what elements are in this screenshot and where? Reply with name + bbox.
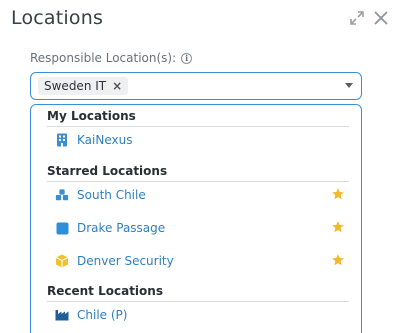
location-dropdown-list: My Locations KaiNexus Starred Locations … [30,104,362,333]
item-label: Drake Passage [77,221,166,235]
close-icon[interactable] [372,9,390,27]
locations-dialog: Locations Responsible Location(s): i Swe… [0,0,400,333]
item-label: South Chile [77,188,146,202]
star-icon[interactable] [331,253,345,267]
star-icon[interactable] [331,220,345,234]
list-item-drake-passage[interactable]: Drake Passage [55,218,345,238]
responsible-locations-label: Responsible Location(s): i [30,51,193,65]
list-item-kainexus[interactable]: KaiNexus [55,130,345,150]
item-label: Chile (P) [77,308,128,322]
item-label: KaiNexus [77,133,133,147]
chevron-down-icon[interactable] [345,83,353,88]
group-header-starred-locations: Starred Locations [47,164,349,182]
selected-chip-sweden-it: Sweden IT × [38,77,129,95]
dialog-title: Locations [11,7,104,29]
field-label-text: Responsible Location(s): [30,51,177,65]
list-item-south-chile[interactable]: South Chile [55,185,345,205]
cubes-icon [55,188,69,202]
list-item-denver-security[interactable]: Denver Security [55,251,345,271]
expand-icon[interactable] [349,10,365,26]
location-multiselect[interactable]: Sweden IT × [30,72,362,100]
group-header-my-locations: My Locations [47,109,349,127]
star-icon[interactable] [331,187,345,201]
info-icon[interactable]: i [181,52,193,64]
item-label: Denver Security [77,254,174,268]
building-icon [55,133,69,147]
list-item-chile-p[interactable]: Chile (P) [55,305,345,325]
chip-remove-button[interactable]: × [112,79,122,93]
factory-icon [55,308,69,322]
group-header-recent-locations: Recent Locations [47,284,349,302]
cube-icon [55,254,69,268]
chip-label: Sweden IT [44,79,107,93]
square-icon [55,221,69,235]
